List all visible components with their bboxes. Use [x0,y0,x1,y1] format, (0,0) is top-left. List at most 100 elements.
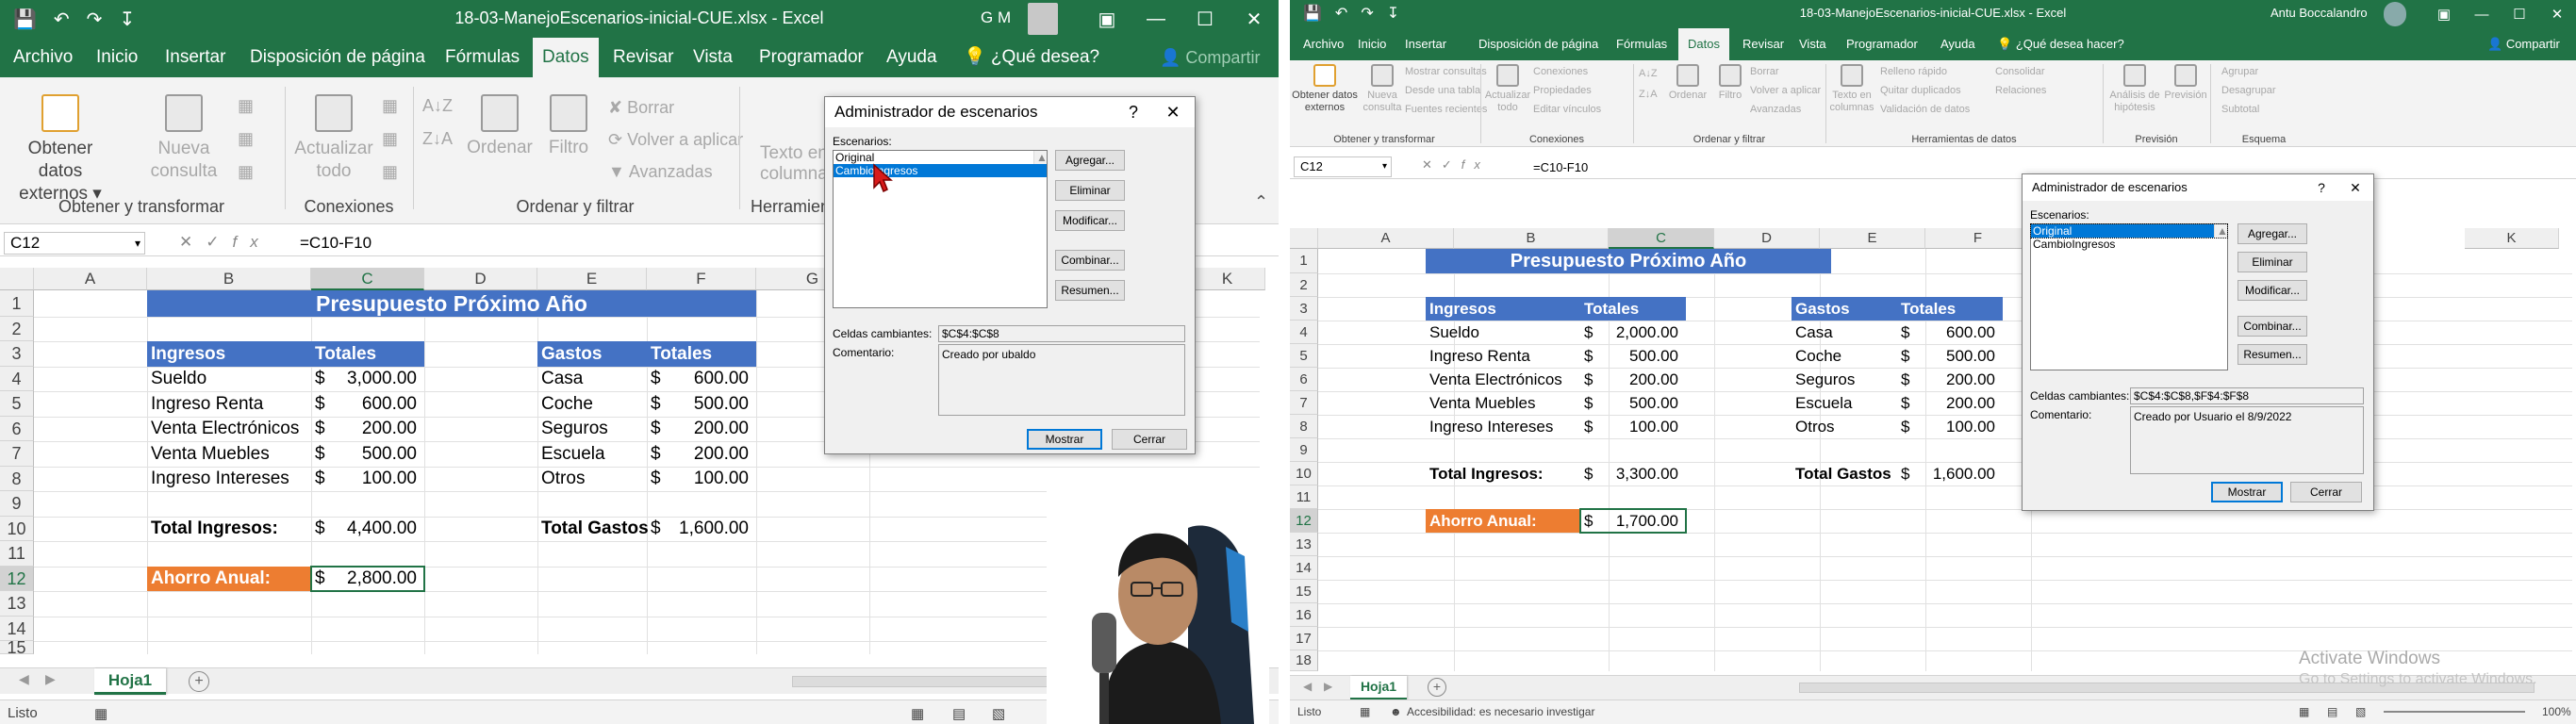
summary-button[interactable]: Resumen... [1055,280,1125,301]
column-header[interactable]: B [1454,228,1609,249]
changing-cells-field[interactable]: $C$4:$C$8,$F$4:$F$8 [2130,387,2364,404]
sheet-tab[interactable]: Hoja1 [94,668,166,695]
accessibility-status[interactable]: Accesibilidad: es necesario investigar [1407,705,1594,718]
list-scrollbar[interactable]: ▲ [2214,224,2228,238]
sort-button[interactable]: Ordenar [457,94,542,158]
sort-az-icon[interactable]: A↓Z [422,96,453,116]
savings-label[interactable]: Ahorro Anual: [1426,509,1580,533]
income-value[interactable]: $600.00 [311,391,424,417]
tab-vista[interactable]: Vista [684,38,742,77]
clear-button[interactable]: Borrar [1750,66,1779,77]
row-header[interactable]: 15 [1290,580,1318,603]
accessibility-icon[interactable]: ☻ [1390,705,1402,718]
properties-button[interactable]: Propiedades [1533,85,1592,96]
expense-label[interactable]: Escuela [1792,391,1897,415]
tab-formulas[interactable]: Fórmulas [1607,28,1676,60]
column-header[interactable]: F [1925,228,2031,249]
income-label[interactable]: Venta Muebles [1426,391,1580,415]
list-scrollbar[interactable]: ▲ [1033,151,1048,164]
new-query-button[interactable]: Nueva consulta [141,94,226,183]
income-label[interactable]: Sueldo [1426,321,1580,344]
properties-icon[interactable]: ▦ [382,129,398,149]
help-icon[interactable]: ? [2307,174,2336,201]
row-header[interactable]: 11 [1290,485,1318,509]
tab-inicio[interactable]: Inicio [87,38,147,77]
income-label[interactable]: Ingreso Renta [1426,344,1580,368]
tell-me-box[interactable]: 💡 ¿Qué desea hacer? [1997,28,2124,60]
column-header[interactable]: A [1318,228,1454,249]
scenario-item[interactable]: Original [834,151,1047,164]
changing-cells-field[interactable]: $C$4:$C$8 [938,325,1185,342]
sort-az-icon[interactable]: A↓Z [1639,68,1658,79]
row-header[interactable]: 8 [0,467,34,491]
tab-formulas[interactable]: Fórmulas [436,38,529,77]
row-header[interactable]: 6 [0,417,34,441]
zoom-level[interactable]: 100% [2542,705,2571,718]
total-expenses-label[interactable]: Total Gastos [1792,462,1897,485]
savings-label[interactable]: Ahorro Anual: [147,567,311,591]
total-income-value[interactable]: $4,400.00 [311,517,424,541]
tab-programador[interactable]: Programador [1837,28,1927,60]
add-sheet-icon[interactable]: + [189,671,209,692]
page-layout-icon[interactable]: ▤ [2327,705,2337,718]
row-header[interactable]: 4 [0,367,34,391]
column-header[interactable]: C [1609,228,1714,249]
scenario-item[interactable]: Original [2030,223,2228,239]
text-to-columns-button[interactable]: Texto en columnas [1829,64,1874,114]
share-button[interactable]: 👤 Compartir [2487,28,2560,60]
budget-title[interactable]: Presupuesto Próximo Año [147,290,756,317]
scenarios-list[interactable]: Original CambioIngresos ▲ [833,150,1048,308]
income-value[interactable]: $2,000.00 [1580,321,1686,344]
minimize-icon[interactable]: — [2463,0,2501,28]
income-value[interactable]: $100.00 [311,467,424,491]
recent-sources-button[interactable]: Fuentes recientes [1405,104,1487,115]
from-table-button[interactable]: Desde una tabla [1405,85,1480,96]
maximize-icon[interactable]: ☐ [1181,0,1230,38]
income-value[interactable]: $200.00 [1580,368,1686,391]
row-header[interactable]: 1 [0,290,34,317]
macro-record-icon[interactable]: ▦ [94,705,107,722]
income-value[interactable]: $200.00 [311,417,424,441]
show-button[interactable]: Mostrar [2211,482,2283,502]
comment-field[interactable]: Creado por ubaldo [938,344,1185,416]
show-queries-icon[interactable]: ▦ [238,96,254,116]
refresh-all-button[interactable]: Actualizar todo [1484,64,1531,114]
tab-datos[interactable]: Datos [1678,28,1729,60]
close-icon[interactable]: ✕ [1230,0,1279,38]
close-button[interactable]: Cerrar [2290,482,2362,502]
advanced-button[interactable]: ▼ Avanzadas [608,162,713,182]
add-button[interactable]: Agregar... [2237,223,2307,244]
column-header[interactable]: K [1190,268,1265,290]
sort-za-icon[interactable]: Z↓A [1639,89,1658,100]
filter-button[interactable]: Filtro [1712,64,1748,101]
select-all[interactable] [1290,228,1318,249]
total-expenses-label[interactable]: Total Gastos [537,517,649,541]
consolidate-button[interactable]: Consolidar [1995,66,2045,77]
row-header[interactable]: 12 [1290,509,1318,533]
row-header[interactable]: 3 [1290,297,1318,321]
flash-fill-button[interactable]: Relleno rápido [1880,66,1947,77]
tab-programador[interactable]: Programador [750,38,873,77]
scenario-item[interactable]: CambioIngresos [2031,238,2227,251]
expense-label[interactable]: Casa [1792,321,1897,344]
row-header[interactable]: 14 [1290,556,1318,580]
total-income-label[interactable]: Total Ingresos: [1426,462,1580,485]
row-header[interactable]: 14 [0,617,34,641]
expenses-header[interactable]: Gastos [537,341,647,367]
column-header[interactable]: C [311,268,424,290]
name-box[interactable]: C12 ▾ [4,232,145,255]
row-header[interactable]: 11 [0,541,34,567]
name-box[interactable]: C12 ▾ [1294,156,1392,177]
row-header[interactable]: 7 [0,441,34,467]
income-totals-header[interactable]: Totales [311,341,424,367]
tab-datos[interactable]: Datos [533,38,599,77]
row-header[interactable]: 7 [1290,391,1318,415]
row-header[interactable]: 5 [1290,344,1318,368]
forecast-button[interactable]: Previsión [2163,64,2208,101]
income-value[interactable]: $500.00 [1580,391,1686,415]
row-header[interactable]: 13 [0,591,34,617]
income-value[interactable]: $500.00 [1580,344,1686,368]
what-if-button[interactable]: Análisis de hipótesis [2106,64,2163,114]
recent-sources-icon[interactable]: ▦ [238,162,254,182]
row-header[interactable]: 15 [0,641,34,654]
